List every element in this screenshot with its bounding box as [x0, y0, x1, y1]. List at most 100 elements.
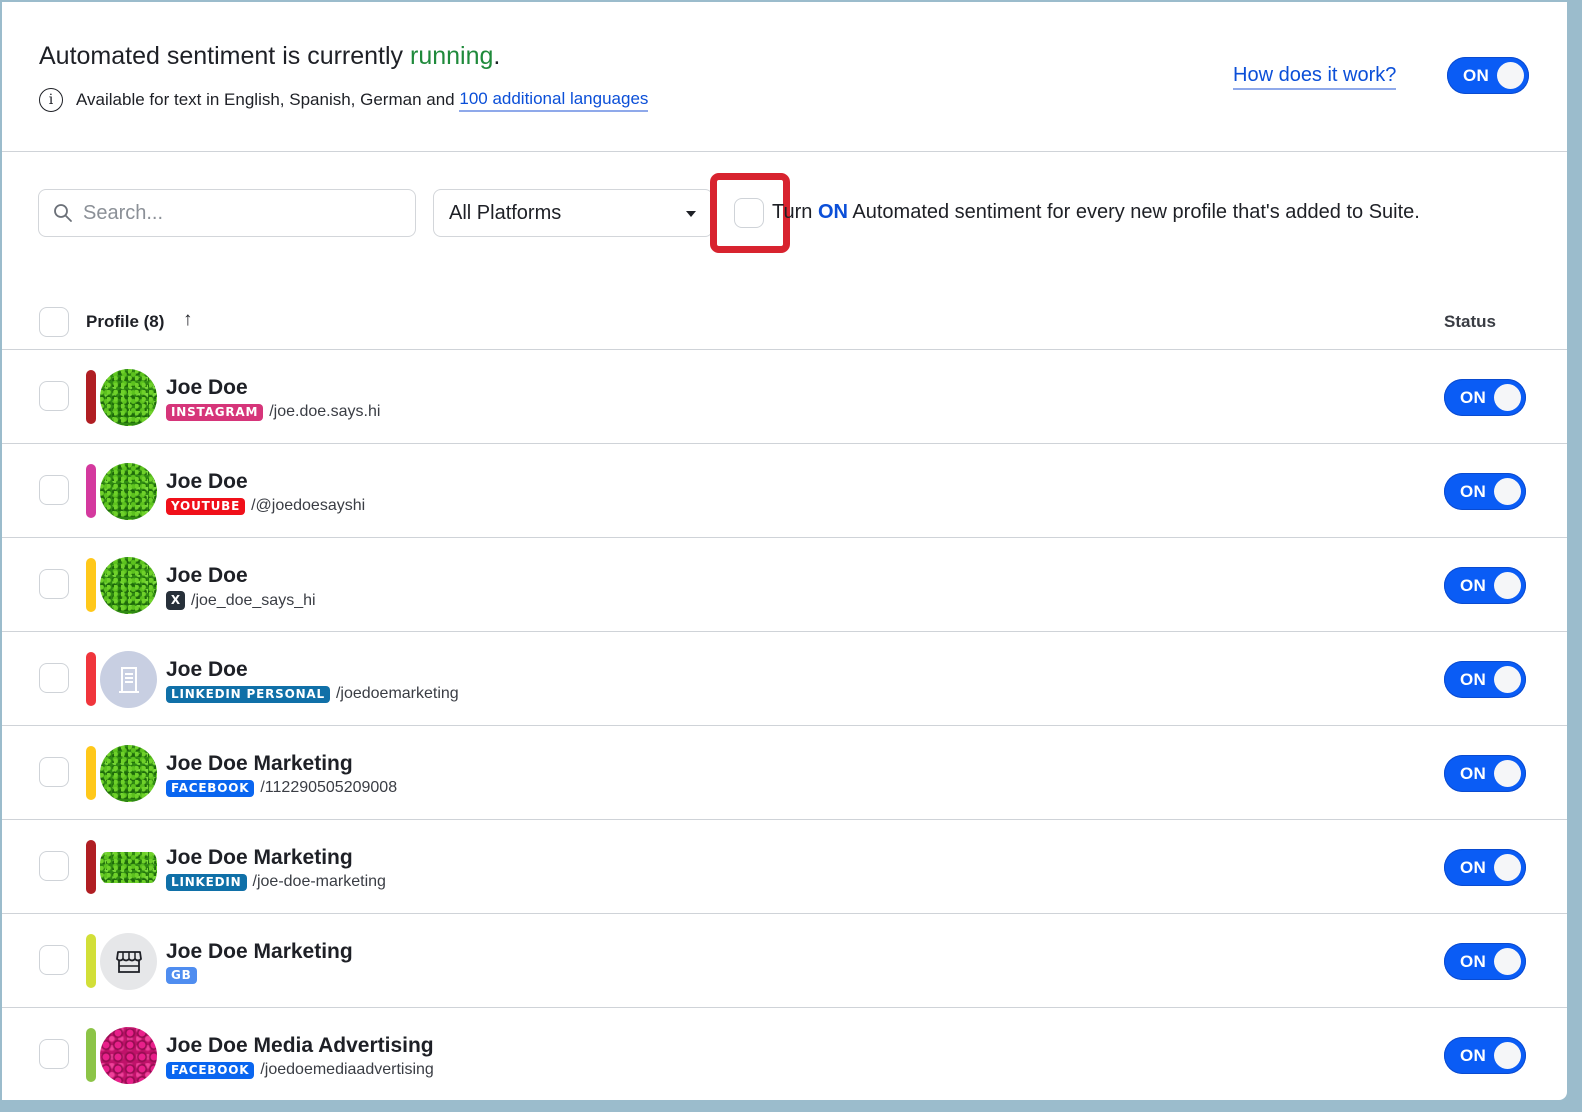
profile-meta: INSTAGRAM/joe.doe.says.hi	[166, 403, 380, 421]
row-checkbox[interactable]	[39, 381, 69, 411]
row-checkbox[interactable]	[39, 663, 69, 693]
platform-badge: YOUTUBE	[166, 497, 246, 515]
profile-row: Joe Doe INSTAGRAM/joe.doe.says.hi ON	[2, 350, 1567, 444]
profile-column-header[interactable]: Profile (8)	[86, 312, 164, 332]
toggle-knob	[1494, 384, 1521, 411]
auto-enable-label: Turn ON Automated sentiment for every ne…	[772, 201, 1420, 223]
profile-status-toggle[interactable]: ON	[1444, 943, 1526, 980]
profile-handle: /joe-doe-marketing	[252, 873, 386, 890]
profile-name: Joe Doe Marketing	[166, 846, 353, 869]
profile-name: Joe Doe	[166, 376, 248, 399]
toggle-knob	[1494, 572, 1521, 599]
platform-select[interactable]: All Platforms	[433, 189, 713, 237]
profile-meta: LINKEDIN/joe-doe-marketing	[166, 873, 386, 891]
profile-status-toggle[interactable]: ON	[1444, 1037, 1526, 1074]
page-title: Automated sentiment is currently running…	[39, 42, 501, 70]
how-does-it-work-link[interactable]: How does it work?	[1233, 64, 1397, 90]
profile-color-bar	[86, 558, 96, 612]
toggle-knob	[1494, 760, 1521, 787]
profile-row: Joe Doe LINKEDIN PERSONAL/joedoemarketing…	[2, 632, 1567, 726]
profile-meta: X/joe_doe_says_hi	[166, 591, 316, 610]
avatar	[100, 933, 157, 990]
profile-list: Joe Doe INSTAGRAM/joe.doe.says.hi ON Joe Do…	[2, 350, 1567, 1100]
platform-badge: LINKEDIN PERSONAL	[166, 685, 330, 703]
profile-name: Joe Doe	[166, 658, 248, 681]
profile-color-bar	[86, 1028, 96, 1082]
storefront-icon	[115, 950, 142, 973]
profile-status-toggle[interactable]: ON	[1444, 755, 1526, 792]
profile-name: Joe Doe Marketing	[166, 940, 353, 963]
profile-name: Joe Doe Marketing	[166, 752, 353, 775]
avatar	[100, 745, 157, 802]
building-icon	[118, 666, 139, 693]
row-checkbox[interactable]	[39, 945, 69, 975]
platform-badge: FACEBOOK	[166, 779, 255, 797]
profile-meta: YOUTUBE /@joedoesayshi	[166, 497, 365, 515]
row-checkbox[interactable]	[39, 569, 69, 599]
profile-row: Joe Doe Marketing FACEBOOK/11229050520900…	[2, 726, 1567, 820]
status-column-header: Status	[1444, 312, 1496, 331]
toggle-knob	[1494, 948, 1521, 975]
sort-ascending-icon[interactable]: ↑	[183, 309, 193, 331]
profile-handle: /112290505209008	[260, 779, 398, 796]
select-all-checkbox[interactable]	[39, 307, 69, 337]
availability-note: i Available for text in English, Spanish…	[39, 88, 649, 112]
profile-color-bar	[86, 746, 96, 800]
toggle-knob	[1494, 1042, 1521, 1069]
avatar	[100, 557, 157, 614]
profile-meta: GB	[166, 967, 203, 984]
row-checkbox[interactable]	[39, 1039, 69, 1069]
profile-status-toggle[interactable]: ON	[1444, 379, 1526, 416]
toggle-knob	[1494, 478, 1521, 505]
profile-status-toggle[interactable]: ON	[1444, 473, 1526, 510]
avatar	[100, 651, 157, 708]
banner-image	[100, 852, 157, 883]
row-checkbox[interactable]	[39, 757, 69, 787]
profile-color-bar	[86, 370, 96, 424]
profile-meta: FACEBOOK/joedoemediaadvertising	[166, 1061, 434, 1079]
profile-color-bar	[86, 840, 96, 894]
profile-name: Joe Doe	[166, 564, 248, 587]
profile-color-bar	[86, 934, 96, 988]
profile-handle: /@joedoesayshi	[251, 497, 366, 514]
platform-badge: LINKEDIN	[166, 873, 247, 891]
header-section: Automated sentiment is currently running…	[2, 2, 1567, 152]
avatar	[100, 369, 157, 426]
profile-row: Joe Doe Marketing LINKEDIN/joe-doe-market…	[2, 820, 1567, 914]
profile-handle: /joe_doe_says_hi	[191, 591, 316, 609]
running-status: running	[410, 42, 494, 70]
profile-color-bar	[86, 464, 96, 518]
profile-row: Joe Doe X/joe_doe_says_hi ON	[2, 538, 1567, 632]
chevron-down-icon	[686, 211, 696, 217]
profile-name: Joe Doe Media Advertising	[166, 1034, 434, 1057]
toggle-knob	[1494, 854, 1521, 881]
avatar	[100, 463, 157, 520]
platform-badge: X	[166, 591, 185, 610]
profile-name: Joe Doe	[166, 470, 248, 493]
master-sentiment-toggle[interactable]: ON	[1447, 57, 1529, 94]
search-input[interactable]	[83, 201, 383, 225]
profile-meta: LINKEDIN PERSONAL/joedoemarketing	[166, 685, 459, 703]
additional-languages-link[interactable]: 100 additional languages	[459, 89, 649, 112]
profile-row: Joe Doe YOUTUBE /@joedoesayshi ON	[2, 444, 1567, 538]
auto-enable-new-profiles-checkbox[interactable]	[734, 198, 764, 228]
toggle-knob	[1494, 666, 1521, 693]
profile-status-toggle[interactable]: ON	[1444, 567, 1526, 604]
platform-badge: GB	[166, 967, 197, 984]
profile-handle: /joedoemarketing	[335, 685, 459, 702]
search-field[interactable]	[38, 189, 416, 237]
sentiment-settings-panel: Automated sentiment is currently running…	[2, 2, 1567, 1100]
profile-status-toggle[interactable]: ON	[1444, 849, 1526, 886]
info-icon: i	[39, 88, 63, 112]
profile-meta: FACEBOOK/112290505209008	[166, 779, 397, 797]
profile-status-toggle[interactable]: ON	[1444, 661, 1526, 698]
profile-handle: /joe.doe.says.hi	[269, 403, 381, 420]
row-checkbox[interactable]	[39, 851, 69, 881]
platform-badge: FACEBOOK	[166, 1061, 255, 1079]
profile-handle: /joedoemediaadvertising	[260, 1061, 434, 1078]
table-header: Profile (8) ↑ Status	[2, 292, 1567, 350]
profile-row: Joe Doe Media Advertising FACEBOOK/joedoe…	[2, 1008, 1567, 1100]
avatar	[100, 839, 157, 896]
profile-color-bar	[86, 652, 96, 706]
row-checkbox[interactable]	[39, 475, 69, 505]
